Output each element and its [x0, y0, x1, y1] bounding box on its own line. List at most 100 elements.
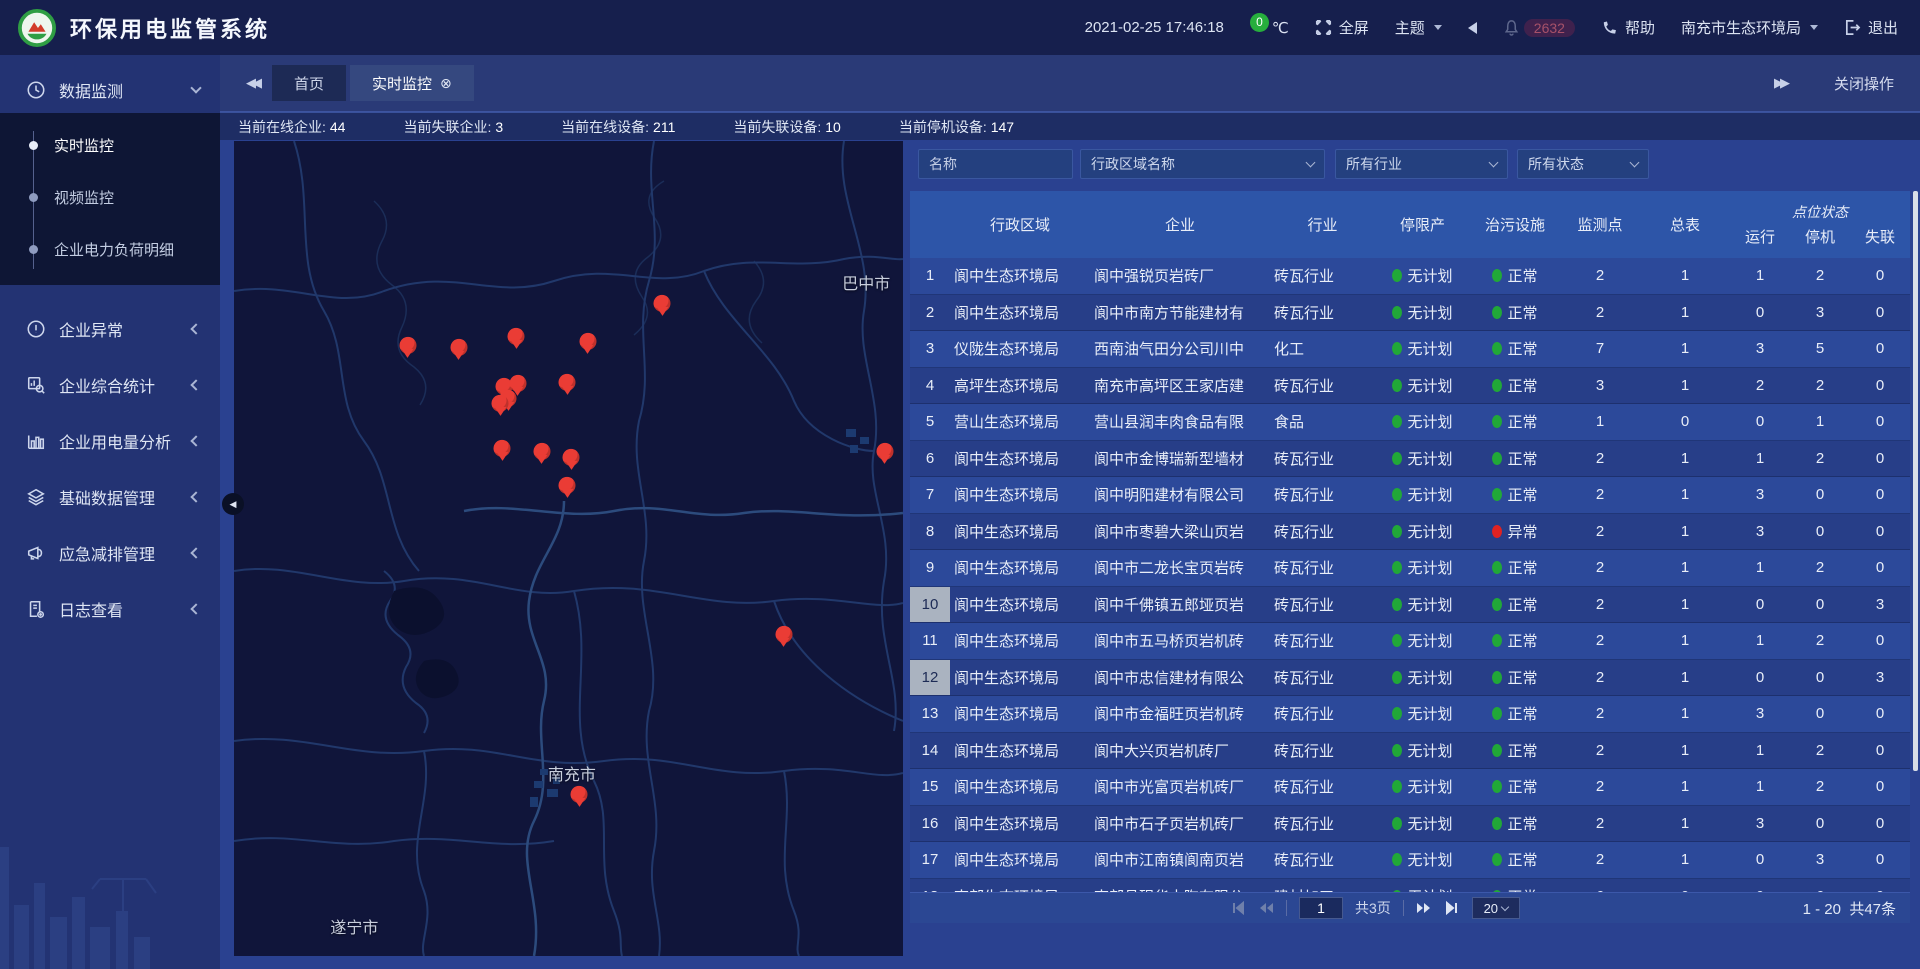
- notifications[interactable]: 2632: [1503, 19, 1575, 37]
- sidebar-item-0[interactable]: 数据监测: [0, 67, 220, 113]
- map-marker-pin[interactable]: [508, 328, 525, 345]
- tab-close-icon[interactable]: ⊗: [440, 75, 452, 92]
- name-filter-input[interactable]: [918, 149, 1073, 179]
- map-panel[interactable]: 巴中市南充市遂宁市: [234, 141, 903, 956]
- panel-collapse-button[interactable]: ◀: [222, 493, 244, 515]
- region-filter-select[interactable]: 行政区域名称: [1080, 149, 1325, 179]
- map-marker-pin[interactable]: [533, 442, 550, 459]
- col-facility: 治污设施: [1470, 191, 1560, 258]
- cell-lost-count: 0: [1850, 559, 1910, 576]
- tab-scroll-left-icon[interactable]: ◀◀: [232, 75, 272, 91]
- table-row[interactable]: 6阆中生态环境局阆中市金博瑞新型墙材砖瓦行业无计划正常21120: [910, 441, 1910, 478]
- theme-dropdown[interactable]: 主题: [1395, 17, 1442, 38]
- status-filter-select[interactable]: 所有状态: [1517, 149, 1649, 179]
- tab-1[interactable]: 实时监控⊗: [350, 65, 474, 101]
- cell-total-count: 1: [1640, 851, 1730, 868]
- cell-region: 阆中生态环境局: [950, 813, 1090, 834]
- sidebar-subitem-0-2[interactable]: 企业电力负荷明细: [0, 223, 220, 275]
- cell-company: 阆中市五马桥页岩机砖: [1090, 630, 1270, 651]
- first-page-button[interactable]: [1230, 900, 1246, 916]
- map-marker-pin[interactable]: [494, 440, 511, 457]
- org-name: 南充市生态环境局: [1681, 17, 1801, 38]
- cell-lost-count: 0: [1850, 632, 1910, 649]
- help-button[interactable]: 帮助: [1601, 17, 1655, 38]
- cell-facility-status: 正常: [1470, 667, 1560, 688]
- org-dropdown[interactable]: 南充市生态环境局: [1681, 17, 1818, 38]
- cell-halt-count: 0: [1790, 705, 1850, 722]
- fullscreen-button[interactable]: 全屏: [1315, 17, 1369, 38]
- map-marker-pin[interactable]: [559, 477, 576, 494]
- map-marker-pin[interactable]: [399, 336, 416, 353]
- table-row[interactable]: 13阆中生态环境局阆中市金福旺页岩机砖砖瓦行业无计划正常21300: [910, 696, 1910, 733]
- last-page-button[interactable]: [1444, 900, 1460, 916]
- cell-stop-status: 无计划: [1375, 521, 1470, 542]
- table-row[interactable]: 11阆中生态环境局阆中市五马桥页岩机砖砖瓦行业无计划正常21120: [910, 623, 1910, 660]
- map-marker-pin[interactable]: [563, 449, 580, 466]
- table-row[interactable]: 12阆中生态环境局阆中市忠信建材有限公砖瓦行业无计划正常21003: [910, 660, 1910, 697]
- sidebar-item-1[interactable]: 企业异常: [0, 301, 220, 357]
- table-row[interactable]: 15阆中生态环境局阆中市光富页岩机砖厂砖瓦行业无计划正常21120: [910, 769, 1910, 806]
- cell-total-count: 1: [1640, 596, 1730, 613]
- status-dot-icon: [1492, 707, 1502, 720]
- chevron-down-icon: [1434, 25, 1442, 30]
- status-dot-icon: [1392, 525, 1402, 538]
- map-marker-pin[interactable]: [450, 339, 467, 356]
- table-row[interactable]: 8阆中生态环境局阆中市枣碧大梁山页岩砖瓦行业无计划异常21300: [910, 514, 1910, 551]
- tab-0[interactable]: 首页: [272, 65, 346, 101]
- map-marker-pin[interactable]: [509, 375, 526, 392]
- cell-run-count: 1: [1730, 559, 1790, 576]
- status-dot-icon: [1392, 379, 1402, 392]
- map-city-label: 南充市: [548, 761, 596, 785]
- prev-page-button[interactable]: [1258, 900, 1274, 916]
- table-row[interactable]: 5营山生态环境局营山县润丰肉食品有限食品无计划正常10010: [910, 404, 1910, 441]
- cell-stop-status: 无计划: [1375, 338, 1470, 359]
- col-stop: 停限产: [1375, 191, 1470, 258]
- map-marker-pin[interactable]: [492, 395, 509, 412]
- page-size-select[interactable]: 20: [1472, 897, 1520, 919]
- table-scrollbar[interactable]: [1913, 191, 1918, 825]
- tab-scroll-right-icon[interactable]: ▶▶: [1760, 75, 1800, 91]
- map-marker-pin[interactable]: [559, 374, 576, 391]
- table-row[interactable]: 18南部生态环境局南部县砚华土陶有限公建材加工无计划正常60060: [910, 879, 1910, 893]
- map-marker-pin[interactable]: [571, 786, 588, 803]
- status-dot-icon: [1492, 306, 1502, 319]
- map-marker-pin[interactable]: [654, 295, 671, 312]
- table-row[interactable]: 16阆中生态环境局阆中市石子页岩机砖厂砖瓦行业无计划正常21300: [910, 806, 1910, 843]
- map-marker-pin[interactable]: [876, 442, 893, 459]
- close-operations-button[interactable]: 关闭操作: [1834, 73, 1894, 94]
- status-dot-icon: [1492, 561, 1502, 574]
- table-row[interactable]: 3仪陇生态环境局西南油气田分公司川中化工无计划正常71350: [910, 331, 1910, 368]
- sidebar-subitem-0-1[interactable]: 视频监控: [0, 171, 220, 223]
- cell-halt-count: 2: [1790, 778, 1850, 795]
- row-index: 13: [910, 696, 950, 732]
- mute-button[interactable]: [1468, 22, 1477, 34]
- table-row[interactable]: 7阆中生态环境局阆中明阳建材有限公司砖瓦行业无计划正常21300: [910, 477, 1910, 514]
- table-row[interactable]: 2阆中生态环境局阆中市南方节能建材有砖瓦行业无计划正常21030: [910, 295, 1910, 332]
- next-page-button[interactable]: [1416, 900, 1432, 916]
- table-row[interactable]: 14阆中生态环境局阆中大兴页岩机砖厂砖瓦行业无计划正常21120: [910, 733, 1910, 770]
- sidebar-subitem-0-0[interactable]: 实时监控: [0, 119, 220, 171]
- table-row[interactable]: 9阆中生态环境局阆中市二龙长宝页岩砖砖瓦行业无计划正常21120: [910, 550, 1910, 587]
- sidebar-item-6[interactable]: 日志查看: [0, 581, 220, 637]
- sidebar-item-4[interactable]: 基础数据管理: [0, 469, 220, 525]
- sidebar-item-3[interactable]: 企业用电量分析: [0, 413, 220, 469]
- cell-region: 阆中生态环境局: [950, 265, 1090, 286]
- logout-button[interactable]: 退出: [1844, 17, 1898, 38]
- cell-company: 阆中明阳建材有限公司: [1090, 484, 1270, 505]
- page-number-input[interactable]: [1299, 897, 1343, 919]
- map-marker-pin[interactable]: [775, 626, 792, 643]
- app-logo-icon: [18, 9, 56, 47]
- table-row[interactable]: 4高坪生态环境局南充市高坪区王家店建砖瓦行业无计划正常31220: [910, 368, 1910, 405]
- cell-total-count: 1: [1640, 669, 1730, 686]
- table-row[interactable]: 17阆中生态环境局阆中市江南镇阆南页岩砖瓦行业无计划正常21030: [910, 842, 1910, 879]
- table-row[interactable]: 10阆中生态环境局阆中千佛镇五郎垭页岩砖瓦行业无计划正常21003: [910, 587, 1910, 624]
- cell-lost-count: 0: [1850, 742, 1910, 759]
- temperature-unit: ℃: [1272, 19, 1289, 37]
- industry-filter-select[interactable]: 所有行业: [1335, 149, 1508, 179]
- map-marker-pin[interactable]: [579, 332, 596, 349]
- cell-monitor-count: 1: [1560, 413, 1640, 430]
- pagination-bar: 共3页 20 1 - 20 共47条: [910, 892, 1910, 923]
- sidebar-item-2[interactable]: 企业综合统计: [0, 357, 220, 413]
- table-row[interactable]: 1阆中生态环境局阆中强锐页岩砖厂砖瓦行业无计划正常21120: [910, 258, 1910, 295]
- sidebar-item-5[interactable]: 应急减排管理: [0, 525, 220, 581]
